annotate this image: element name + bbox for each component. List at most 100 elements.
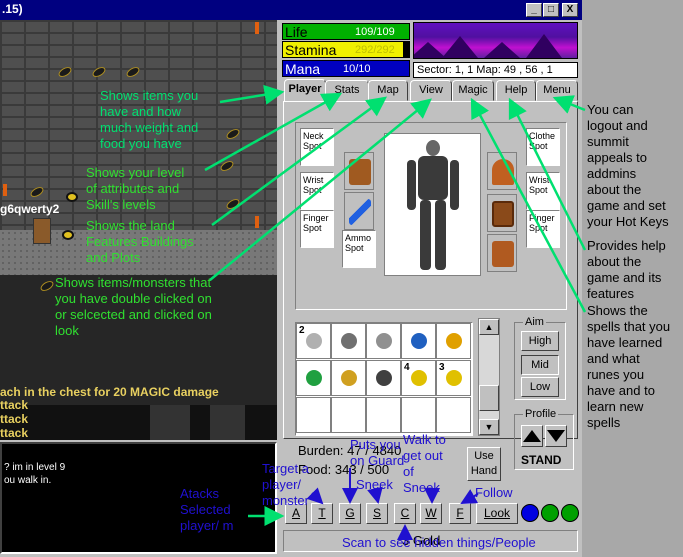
sword-icon <box>349 199 371 225</box>
landscape-minimap <box>413 22 578 59</box>
mode-indicator-blue[interactable] <box>521 504 539 522</box>
sneak-button[interactable]: S <box>366 503 388 524</box>
figure-arm <box>407 160 416 210</box>
dark-pillar <box>210 405 245 440</box>
inventory-slot[interactable] <box>436 323 471 359</box>
necklace-icon <box>341 370 357 386</box>
walk-button[interactable]: W <box>420 503 442 524</box>
profile-label: Profile <box>523 408 559 420</box>
aim-high-button[interactable]: High <box>521 331 559 351</box>
life-label: Life <box>285 24 308 40</box>
aim-low-button[interactable]: Low <box>521 377 559 397</box>
use-hand-button[interactable]: Use Hand <box>467 447 501 481</box>
shield-slot[interactable] <box>487 194 517 232</box>
bee-monster-icon[interactable] <box>62 230 74 240</box>
inventory-scrollbar[interactable]: ▲ ▼ <box>478 318 500 436</box>
minimize-button[interactable]: _ <box>526 3 542 17</box>
ammo-slot[interactable]: Ammo Spot <box>342 230 376 268</box>
item-count: 4 <box>404 362 410 373</box>
wrist-slot-left[interactable]: Wrist Spot <box>300 172 334 210</box>
inventory-slot[interactable] <box>436 397 471 433</box>
inventory-slot[interactable] <box>366 397 401 433</box>
tab-stats[interactable]: Stats <box>325 80 369 101</box>
annotation-guard: Puts you on Guard <box>350 437 405 468</box>
chat-line: ? im in level 9 <box>4 462 66 473</box>
inventory-slot[interactable] <box>366 360 401 396</box>
bee-monster-icon[interactable] <box>66 192 78 202</box>
inventory-slot[interactable] <box>401 323 436 359</box>
item-count: 3 <box>439 362 445 373</box>
torch-icon <box>3 184 7 196</box>
tab-player[interactable]: Player <box>284 79 326 102</box>
mountain-shape <box>526 34 562 58</box>
aim-mid-button[interactable]: Mid <box>521 355 559 375</box>
player-name-label: g6qwerty2 <box>0 202 60 216</box>
tab-view[interactable]: View <box>410 80 452 101</box>
chat-line: ou walk in. <box>4 475 52 486</box>
inventory-slot[interactable]: 4 <box>401 360 436 396</box>
tab-map[interactable]: Map <box>368 80 408 101</box>
inventory-slot[interactable] <box>366 323 401 359</box>
tab-menu[interactable]: Menu <box>536 80 578 101</box>
inventory-slot[interactable] <box>331 397 366 433</box>
wrist-slot-right[interactable]: Wrist Spot <box>526 172 560 210</box>
helmet-icon <box>492 159 514 185</box>
mode-indicator-green[interactable] <box>561 504 579 522</box>
gold-coins-icon <box>446 370 462 386</box>
helmet-slot[interactable] <box>487 152 517 190</box>
armor-slot[interactable] <box>344 152 374 190</box>
profile-down-button[interactable] <box>545 425 567 447</box>
annotation-help: Provides help about the game and its fea… <box>587 238 666 301</box>
mana-value: 10/10 <box>343 63 371 75</box>
life-value: 109/109 <box>355 26 395 38</box>
inventory-slot[interactable]: 2 <box>296 323 331 359</box>
finger-slot-right[interactable]: Finger Spot <box>526 210 560 248</box>
guard-button[interactable]: G <box>339 503 361 524</box>
close-button[interactable]: X <box>562 3 578 17</box>
stamina-bar: Stamina 292/292 <box>282 41 410 58</box>
sector-coordinates: Sector: 1, 1 Map: 49 , 56 , 1 <box>413 62 578 78</box>
mountain-shape <box>442 36 478 58</box>
tab-help[interactable]: Help <box>496 80 536 101</box>
annotation-target: Target a player/ monster <box>262 461 309 508</box>
inventory-slot[interactable]: 3 <box>436 360 471 396</box>
target-button[interactable]: T <box>311 503 333 524</box>
player-character[interactable] <box>33 218 51 244</box>
combat-log-line: ttack <box>0 398 29 412</box>
scroll-up-arrow-icon[interactable]: ▲ <box>479 319 499 335</box>
scroll-down-arrow-icon[interactable]: ▼ <box>479 419 499 435</box>
profile-up-button[interactable] <box>521 425 543 447</box>
scroll-thumb[interactable] <box>479 385 499 411</box>
figure-torso <box>418 156 448 200</box>
look-button[interactable]: Look <box>476 503 518 524</box>
combat-message: ach in the chest for 20 MAGIC damage <box>0 385 219 399</box>
tab-magic[interactable]: Magic <box>452 80 494 101</box>
stone-icon <box>376 333 392 349</box>
mode-indicator-green[interactable] <box>541 504 559 522</box>
inventory-slot[interactable] <box>401 397 436 433</box>
follow-button[interactable]: F <box>449 503 471 524</box>
item-count: 2 <box>299 325 305 336</box>
torch-icon <box>255 22 259 34</box>
chat-log[interactable]: ? im in level 9 ou walk in. <box>0 442 277 554</box>
annotation-follow: Follow <box>475 485 513 500</box>
inventory-slot[interactable] <box>296 397 331 433</box>
inventory-slot[interactable] <box>296 360 331 396</box>
potion-icon <box>306 333 322 349</box>
leather-armor-icon <box>349 159 371 185</box>
legs-slot[interactable] <box>487 234 517 272</box>
annotation-view: Shows items/monsters that you have doubl… <box>55 275 212 338</box>
up-arrow-icon <box>523 430 541 442</box>
weapon-slot[interactable] <box>344 192 374 230</box>
figure-head <box>426 140 440 156</box>
profile-group: Profile STAND <box>514 408 574 470</box>
annotation-magic: Shows the spells that you have learned a… <box>587 303 671 430</box>
neck-slot[interactable]: Neck Spot <box>300 128 334 166</box>
scan-button[interactable]: C <box>394 503 416 524</box>
clothe-slot[interactable]: Clothe Spot <box>526 128 560 166</box>
inventory-slot[interactable] <box>331 323 366 359</box>
finger-slot-left[interactable]: Finger Spot <box>300 210 334 248</box>
inventory-grid: 2 4 3 <box>295 322 473 436</box>
maximize-button[interactable]: □ <box>543 3 559 17</box>
inventory-slot[interactable] <box>331 360 366 396</box>
